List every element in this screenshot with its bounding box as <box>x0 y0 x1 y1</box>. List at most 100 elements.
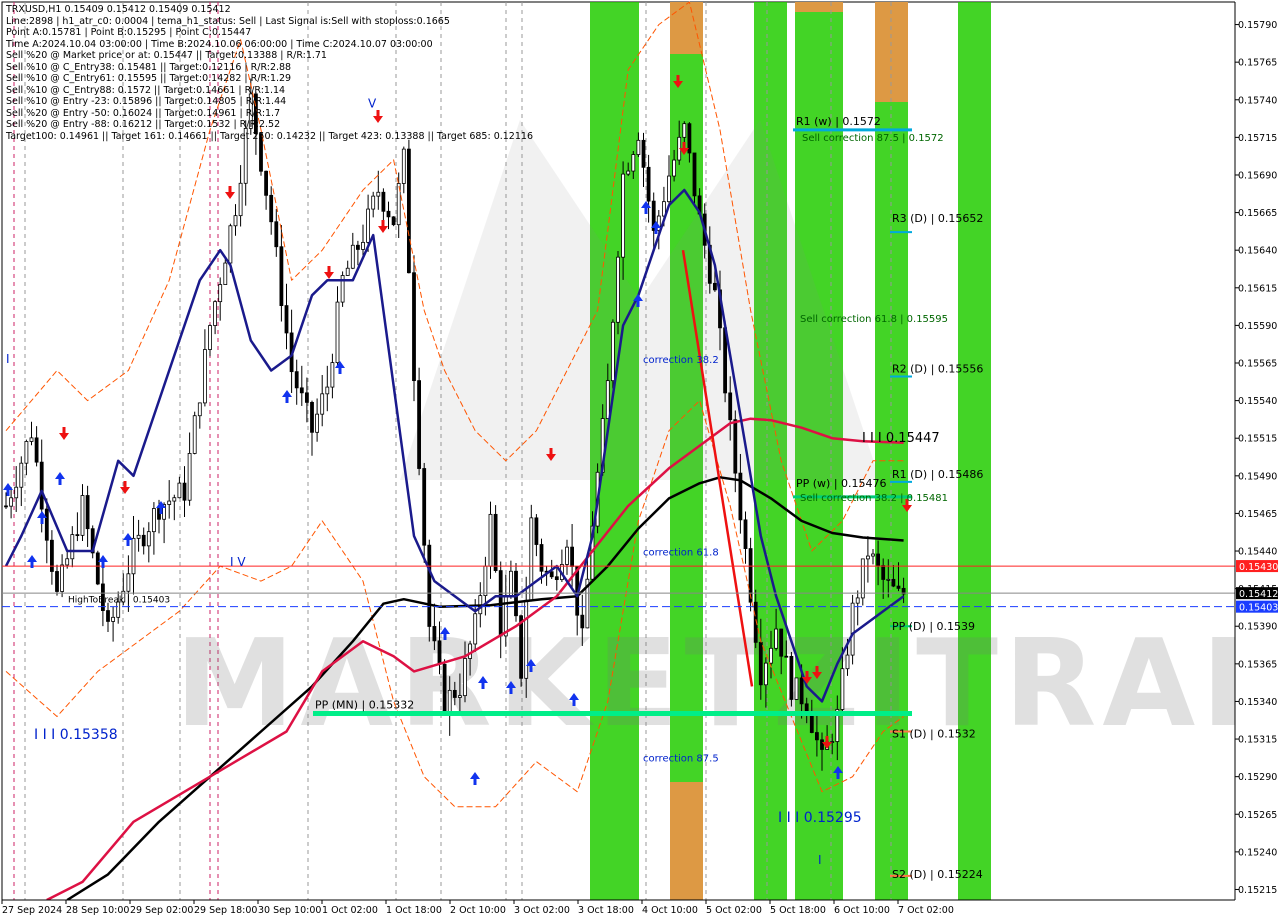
chart-annotation: I <box>6 352 10 366</box>
candle-body <box>345 267 350 276</box>
candle-body <box>34 437 39 463</box>
candle-body <box>320 393 325 415</box>
x-tick-label: 1 Oct 02:00 <box>322 905 378 916</box>
chart-annotation: PP (w) | 0.15476 <box>796 477 887 490</box>
y-tick-label: 0.15715 <box>1238 133 1277 144</box>
candle-body <box>493 513 498 572</box>
candle-body <box>9 497 14 507</box>
candle-body <box>310 401 314 433</box>
chart-annotation: R1 (w) | 0.1572 <box>796 115 881 128</box>
price-badge-label: 0.15412 <box>1239 589 1278 600</box>
candle-body <box>840 668 845 710</box>
candle-body <box>192 415 197 454</box>
chart-annotation: R3 (D) | 0.15652 <box>892 212 983 225</box>
candle-body <box>65 558 70 566</box>
candle-body <box>350 244 355 269</box>
candle-body <box>626 170 631 175</box>
candle-body <box>60 564 64 592</box>
x-tick-label: 3 Oct 18:00 <box>578 905 634 916</box>
y-tick-label: 0.15615 <box>1238 283 1277 294</box>
candle-body <box>488 513 493 567</box>
chart-annotation: R1 (D) | 0.15486 <box>892 468 983 481</box>
candle-body <box>743 519 748 549</box>
candle-body <box>758 641 763 686</box>
chart-annotation: I I I 0.15447 <box>862 431 940 446</box>
candle-body <box>641 139 646 168</box>
candle-body <box>151 508 156 533</box>
candle-body <box>427 544 432 627</box>
x-tick-label: 1 Oct 18:00 <box>386 905 442 916</box>
candle-body <box>177 482 182 499</box>
candle-body <box>412 272 416 382</box>
candle-body <box>866 555 870 560</box>
y-tick-label: 0.15315 <box>1238 735 1277 746</box>
candle-body <box>4 505 8 508</box>
candle-body <box>44 508 49 541</box>
chart-annotation: I V <box>230 555 246 569</box>
candle-body <box>197 402 202 417</box>
y-tick-label: 0.15340 <box>1238 697 1277 708</box>
x-tick-label: 29 Sep 02:00 <box>130 905 193 916</box>
chart-annotation: HighToBreak | 0.15403 <box>68 596 170 606</box>
x-tick-label: 7 Oct 02:00 <box>898 905 954 916</box>
signal-zone <box>958 2 991 900</box>
candle-body <box>580 614 585 629</box>
candle-body <box>335 301 340 364</box>
chart-annotation: I <box>818 853 822 867</box>
chart-annotation: correction 61.8 <box>643 548 719 559</box>
info-line: Sell %10 @ C_Entry38: 0.15481 || Target:… <box>6 61 292 73</box>
candle-body <box>463 658 467 697</box>
candle-body <box>131 537 136 575</box>
x-tick-label: 5 Oct 02:00 <box>706 905 762 916</box>
candle-body <box>381 191 386 212</box>
chart-annotation: I I I 0.15295 <box>778 810 862 826</box>
candle-body <box>646 166 651 202</box>
candle-body <box>284 305 289 334</box>
candle-body <box>611 321 615 382</box>
candle-body <box>570 546 574 567</box>
candle-body <box>804 703 809 713</box>
candle-body <box>473 613 478 645</box>
info-line: Sell %10 @ C_Entry61: 0.15595 || Target:… <box>6 73 292 84</box>
candle-body <box>75 534 80 537</box>
candle-body <box>891 578 896 587</box>
candle-body <box>406 148 411 274</box>
candle-body <box>850 602 855 656</box>
x-tick-label: 27 Sep 2024 <box>2 905 62 916</box>
y-tick-label: 0.15365 <box>1238 659 1277 670</box>
candle-body <box>437 640 442 665</box>
y-tick-label: 0.15540 <box>1238 396 1277 407</box>
candle-body <box>860 558 865 599</box>
candle-body <box>784 655 789 658</box>
candle-body <box>172 497 177 502</box>
candle-body <box>871 553 875 557</box>
candle-body <box>667 175 671 203</box>
y-tick-label: 0.15290 <box>1238 772 1277 783</box>
x-tick-label: 30 Sep 10:00 <box>258 905 321 916</box>
y-tick-label: 0.15215 <box>1238 885 1277 896</box>
candle-body <box>386 210 391 218</box>
candle-body <box>534 517 539 545</box>
candle-body <box>274 221 279 248</box>
candle-body <box>774 628 778 649</box>
candle-body <box>422 468 427 546</box>
y-tick-label: 0.15790 <box>1238 20 1277 31</box>
candle-body <box>208 325 212 350</box>
candle-body <box>50 539 54 572</box>
info-line: Time A:2024.10.04 03:00:00 | Time B:2024… <box>6 38 433 50</box>
y-tick-label: 0.15565 <box>1238 359 1277 370</box>
candle-body <box>111 616 115 622</box>
y-tick-label: 0.15240 <box>1238 847 1277 858</box>
chart-annotation: Sell correction 38.2 | 0.15481 <box>800 493 948 504</box>
price-badge-label: 0.15403 <box>1239 603 1278 614</box>
chart-annotation: correction 87.5 <box>643 754 719 765</box>
y-tick-label: 0.15390 <box>1238 622 1277 633</box>
y-tick-label: 0.15665 <box>1238 208 1277 219</box>
candle-body <box>218 284 223 303</box>
info-line: Sell %20 @ Entry -50: 0.16024 || Target:… <box>6 107 281 119</box>
chart-annotation: correction 38.2 <box>643 355 719 366</box>
candle-body <box>457 695 462 698</box>
candle-body <box>299 387 304 394</box>
candle-body <box>713 282 717 291</box>
chart-area: MARKETZITRADE R1 (w) | 0.1572 Sell correc… <box>0 0 1280 920</box>
